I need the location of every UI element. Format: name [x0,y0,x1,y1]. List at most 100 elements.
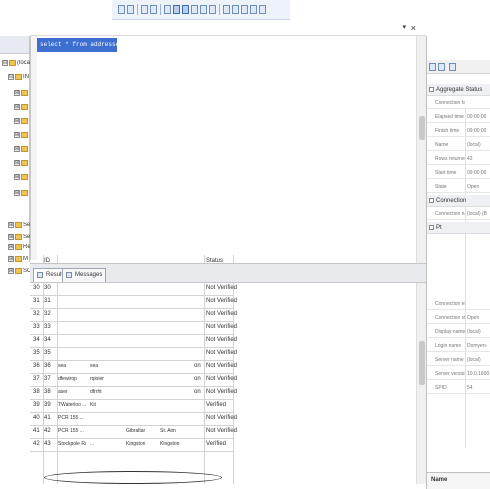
estimated-plan-icon[interactable] [150,5,157,14]
editor-scroll-thumb[interactable] [419,116,425,140]
property-row[interactable]: Connection failure [427,97,490,109]
property-row[interactable]: Name (local) [427,139,490,151]
property-value: 54 [467,385,473,391]
cell-company [90,334,116,347]
uncomment-icon[interactable] [232,5,239,14]
property-category-label: Pt [436,225,442,231]
property-category[interactable]: Pt [427,222,490,234]
property-name: Connection state [435,315,465,321]
property-name: SPID [435,385,447,391]
indent-icon[interactable] [241,5,248,14]
tree-expander-icon[interactable]: ⊞ [8,244,14,250]
results-scroll-thumb[interactable] [419,341,425,385]
property-row[interactable]: Connection elapsed [427,298,490,310]
property-row[interactable]: Display name (local) [427,326,490,338]
property-category[interactable]: Aggregate Status [427,84,490,96]
property-name: Login name [435,343,462,349]
property-row[interactable]: Connection stateOpen [427,312,490,324]
table-row[interactable]: 32 32 Not Verified [30,308,237,321]
parse-icon[interactable] [118,5,125,14]
table-row[interactable]: 40 41 PCR 155 ... Not Verified [30,412,237,425]
tree-expander-icon[interactable]: ⊞ [14,146,20,152]
tree-expander-icon[interactable]: ⊟ [2,60,8,66]
collapse-icon[interactable] [429,197,434,203]
cell-status: Not Verified [206,363,238,369]
table-row[interactable]: 30 30 Not Verified [30,282,237,295]
table-row[interactable]: 39 39 TWaterloo ... Kit Verified [30,399,234,412]
property-row[interactable]: Start time 09:00:00 [427,167,490,179]
property-row[interactable]: Elapsed time 00:00:00 [427,111,490,123]
tree-expander-icon[interactable]: ⊞ [8,268,14,274]
tree-expander-icon[interactable]: ⊞ [14,118,20,124]
cell-id: 33 [44,324,51,330]
tree-expander-icon[interactable]: ⊟ [8,74,14,80]
cell-city [160,399,192,412]
table-row[interactable]: 31 31 Not Verified [30,295,237,308]
property-category[interactable]: Connection [427,195,490,207]
chevron-down-icon[interactable]: ▾ [402,23,406,31]
properties-panel: Aggregate Status Connection failure Elapse… [426,36,490,489]
tree-expander-icon[interactable]: ⊞ [14,104,20,110]
query-options-icon[interactable] [141,5,148,14]
property-row[interactable]: State Open [427,181,490,193]
outdent-icon[interactable] [250,5,257,14]
tree-expander-icon[interactable]: ⊞ [14,160,20,166]
cell-address [126,321,158,334]
property-category-label: Connection [436,198,467,204]
results-to-grid-icon[interactable] [200,5,207,14]
editor-scrollbar[interactable] [416,36,426,260]
table-row[interactable]: 34 34 Not Verified [30,334,237,347]
property-row[interactable]: Finish time 09:00:00 [427,125,490,137]
categorized-icon[interactable] [429,63,436,71]
cell-company: sea [90,363,99,369]
property-row[interactable]: Server name (local) [427,354,490,366]
table-row[interactable]: 36 36 sea sea on Not Verified [30,360,237,373]
query-editor[interactable]: select * from addresses [30,36,426,260]
intellisense-icon[interactable] [164,5,171,14]
property-row[interactable]: Server version 10.0.1600 [427,368,490,380]
tree-node[interactable]: ⊟ (local [2,60,32,71]
row-number: 30 [33,285,40,291]
cell-address [126,295,158,308]
comment-icon[interactable] [223,5,230,14]
row-number: 36 [33,363,40,369]
property-row[interactable]: Rows returned 42 [427,153,490,165]
tree-expander-icon[interactable]: ⊞ [14,132,20,138]
include-plan-icon[interactable] [173,5,180,14]
property-row[interactable]: SPID 54 [427,382,490,394]
property-pages-icon[interactable] [449,63,456,71]
tab-messages[interactable]: Messages [62,268,107,282]
table-row[interactable]: 35 35 Not Verified [30,347,237,360]
property-row[interactable]: Login name Domyen- [427,340,490,352]
tree-expander-icon[interactable]: ⊞ [8,256,14,262]
property-value: (local) [467,329,481,335]
results-to-text-icon[interactable] [191,5,198,14]
query-text-selected[interactable]: select * from addresses [37,38,117,52]
folder-icon [15,222,22,228]
results-scrollbar[interactable] [416,255,426,484]
tree-expander-icon[interactable]: ⊞ [8,222,14,228]
table-row[interactable]: 37 37 dfewirop rqioier on Not Verified [30,373,237,386]
specify-values-icon[interactable] [259,5,266,14]
tree-expander-icon[interactable]: ⊞ [14,90,20,96]
close-icon[interactable]: × [411,23,416,33]
table-row[interactable]: 41 42 PCR 155 ... Gibraltar St. Aim Not Verif… [30,425,237,438]
cell-city: St. Aim [160,428,176,434]
cell-status: Verified [206,402,227,408]
property-description: Name [427,472,490,489]
tree-expander-icon[interactable]: ⊞ [8,234,14,240]
tree-expander-icon[interactable]: ⊞ [14,174,20,180]
table-row[interactable]: 42 43 Stockpole Rd ...... Kingston Kingston V… [30,438,234,451]
row-number: 37 [33,376,40,382]
results-to-file-icon[interactable] [209,5,216,14]
cell-status: Verified [206,441,227,447]
table-row[interactable]: 33 33 Not Verified [30,321,237,334]
check-icon[interactable] [127,5,134,14]
tree-expander-icon[interactable]: ⊞ [14,190,20,196]
collapse-icon[interactable] [429,86,434,92]
alphabetical-icon[interactable] [438,63,445,71]
collapse-icon[interactable] [429,224,434,230]
table-row[interactable]: 38 38 aser dfrrht on Not Verified [30,386,237,399]
property-row[interactable]: Connection name(local) (B [427,208,490,220]
client-stats-icon[interactable] [182,5,189,14]
